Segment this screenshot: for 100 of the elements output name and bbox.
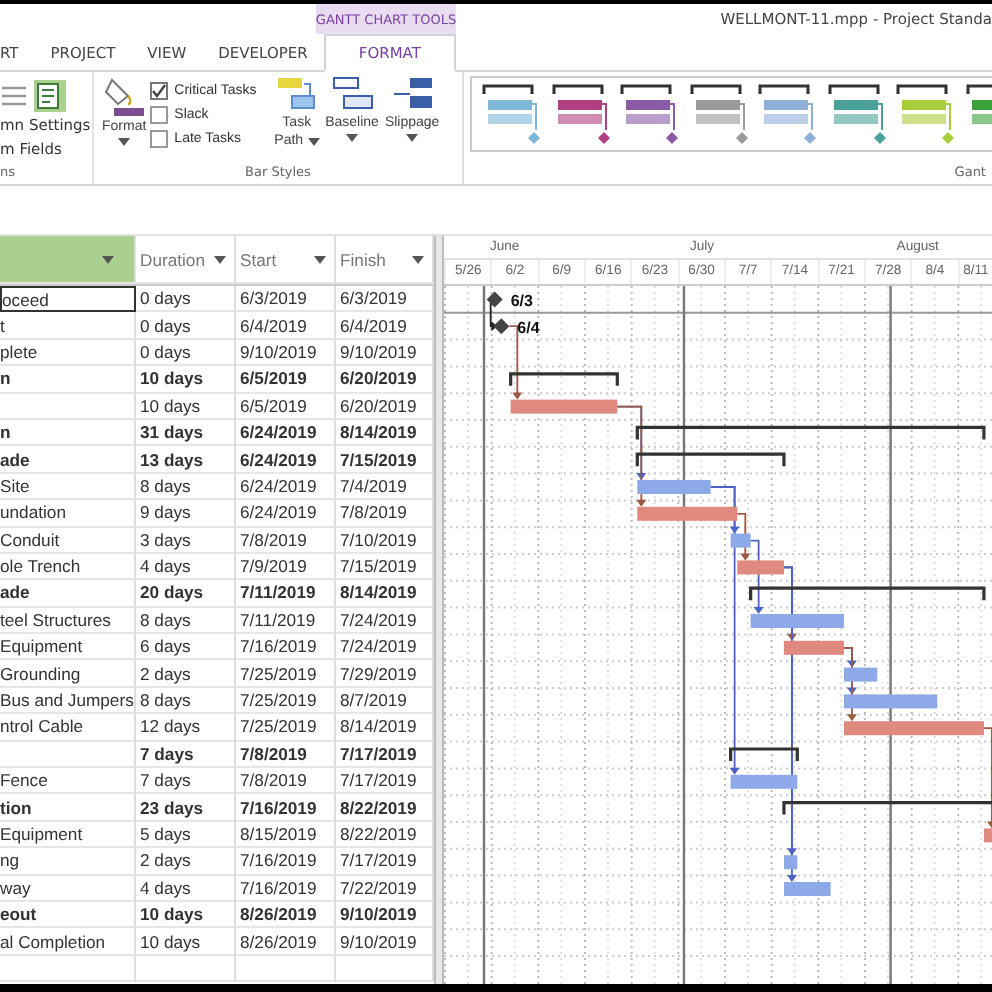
- duration-cell: 31 days: [136, 419, 236, 447]
- duration-cell: 5 days: [136, 821, 236, 849]
- start-date-cell: 7/16/2019: [236, 634, 336, 661]
- start-date-cell: 7/11/2019: [236, 580, 336, 608]
- duration-cell: 7 days: [136, 768, 236, 795]
- caret-icon: [406, 134, 419, 142]
- duration-cell: 13 days: [136, 446, 236, 474]
- link-arrow: [616, 405, 647, 507]
- caret-icon: [214, 255, 226, 263]
- duration-cell: 0 days: [136, 312, 236, 340]
- task-name-cell: way: [0, 875, 136, 902]
- task-name-cell: undation: [0, 500, 136, 528]
- task-name-cell: ng: [0, 848, 136, 876]
- link-arrow: [983, 727, 992, 829]
- start-date-cell: 7/8/2019: [236, 768, 336, 795]
- column-header[interactable]: Start: [236, 236, 336, 284]
- duration-cell: 8 days: [136, 687, 236, 715]
- milestone-date: 6/3: [510, 292, 533, 311]
- duration-cell: 9 days: [136, 500, 236, 528]
- start-date-cell: 6/3/2019: [236, 286, 336, 313]
- gantt-style-drawing[interactable]: [618, 82, 678, 146]
- caret-icon: [412, 255, 424, 263]
- task-name-cell: tion: [0, 794, 136, 822]
- start-date-cell: 7/16/2019: [236, 848, 336, 876]
- start-date-cell: 6/4/2019: [236, 312, 336, 340]
- caret-icon: [346, 134, 358, 142]
- task-name-cell: n: [0, 419, 136, 447]
- start-date-cell: 7/8/2019: [236, 741, 336, 769]
- task-path-icon: [276, 76, 317, 112]
- duration-cell: 10 days: [136, 366, 236, 394]
- start-date-cell: 6/24/2019: [236, 446, 336, 474]
- gantt-style-drawing[interactable]: [756, 82, 816, 146]
- duration-cell: 10 days: [136, 901, 236, 929]
- task-name-cell: ntrol Cable: [0, 714, 136, 742]
- gantt-style-drawing[interactable]: [894, 82, 954, 146]
- task-name-cell: Equipment: [0, 634, 136, 661]
- duration-cell: 4 days: [136, 553, 236, 581]
- column-header[interactable]: Duration: [136, 236, 236, 284]
- start-date-cell: 7/25/2019: [236, 714, 336, 742]
- caret-icon: [307, 137, 320, 145]
- start-date-cell: 6/24/2019: [236, 419, 336, 447]
- duration-cell: 3 days: [136, 527, 236, 554]
- task-name-cell: Equipment: [0, 821, 136, 849]
- gantt-style-drawing[interactable]: [825, 82, 885, 146]
- task-name-cell: al Completion: [0, 928, 136, 956]
- start-date-cell: 7/16/2019: [236, 875, 336, 902]
- gantt-style-drawing[interactable]: [480, 82, 540, 146]
- slippage-bars-icon: [390, 76, 435, 112]
- baseline-bars-icon: [330, 76, 374, 112]
- start-date-cell: 7/11/2019: [236, 607, 336, 635]
- task-name-cell: Fence: [0, 768, 136, 795]
- list-icon[interactable]: [0, 84, 28, 108]
- paint-bucket-icon: [102, 76, 147, 116]
- task-name-cell: ole Trench: [0, 553, 136, 581]
- task-name-cell: eout: [0, 901, 136, 929]
- duration-cell: 2 days: [136, 660, 236, 688]
- start-date-cell: 9/10/2019: [236, 339, 336, 367]
- task-name-cell: Conduit: [0, 527, 136, 554]
- gantt-style-drawing[interactable]: [687, 82, 747, 146]
- duration-cell: 10 days: [136, 393, 236, 420]
- duration-cell: 23 days: [136, 794, 236, 822]
- task-name-cell: t: [0, 312, 136, 340]
- caret-icon: [102, 255, 114, 263]
- checkmark-icon: [150, 82, 169, 100]
- task-name-cell: n: [0, 366, 136, 394]
- task-name-cell: oceed: [0, 286, 136, 313]
- duration-cell: 0 days: [136, 286, 236, 313]
- start-date-cell: 7/8/2019: [236, 527, 336, 554]
- duration-cell: 6 days: [136, 634, 236, 661]
- milestone-date: 6/4: [517, 319, 540, 338]
- task-name-cell: Grounding: [0, 660, 136, 688]
- start-date-cell: 7/25/2019: [236, 687, 336, 715]
- start-date-cell: 7/16/2019: [236, 794, 336, 822]
- duration-cell: 10 days: [136, 928, 236, 956]
- duration-cell: 4 days: [136, 875, 236, 902]
- start-date-cell: 6/24/2019: [236, 473, 336, 501]
- start-date-cell: 6/5/2019: [236, 366, 336, 394]
- task-name-cell: plete: [0, 339, 136, 367]
- duration-cell: 8 days: [136, 607, 236, 635]
- duration-cell: 12 days: [136, 714, 236, 742]
- start-date-cell: 8/15/2019: [236, 821, 336, 849]
- task-name-cell: ade: [0, 446, 136, 474]
- duration-cell: 20 days: [136, 580, 236, 608]
- start-date-cell: 6/5/2019: [236, 393, 336, 420]
- task-name-cell: teel Structures: [0, 607, 136, 635]
- table-cell: [136, 955, 236, 982]
- start-date-cell: 8/26/2019: [236, 901, 336, 929]
- task-name-cell: ade: [0, 580, 136, 608]
- start-date-cell: 7/9/2019: [236, 553, 336, 581]
- duration-cell: 8 days: [136, 473, 236, 501]
- start-date-cell: 7/25/2019: [236, 660, 336, 688]
- duration-cell: 2 days: [136, 848, 236, 876]
- start-date-cell: 6/24/2019: [236, 500, 336, 528]
- duration-cell: 0 days: [136, 339, 236, 367]
- start-date-cell: 8/26/2019: [236, 928, 336, 956]
- task-name-cell: Site: [0, 473, 136, 501]
- column-icon[interactable]: [34, 80, 66, 112]
- link-arrow: [489, 298, 498, 332]
- table-cell: [236, 955, 336, 982]
- gantt-style-drawing[interactable]: [549, 82, 609, 146]
